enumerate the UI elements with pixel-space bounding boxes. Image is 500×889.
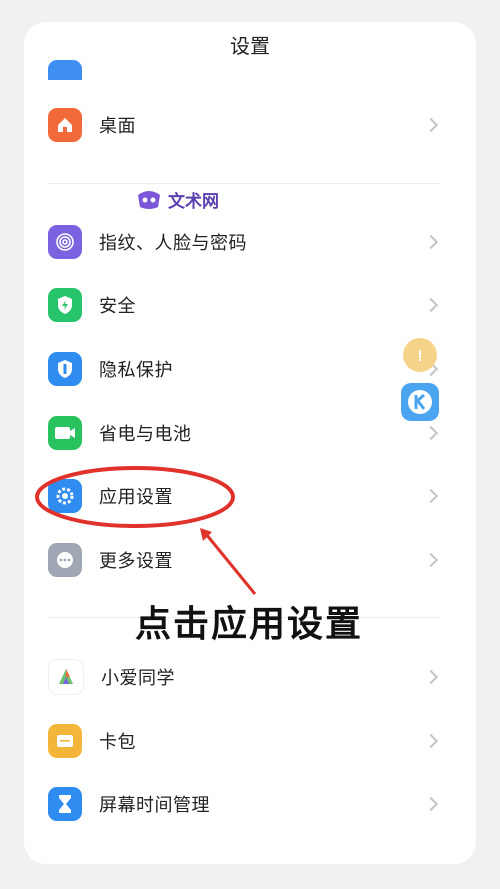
- annotation-overlay: [35, 466, 257, 595]
- highlight-ellipse: [35, 466, 235, 528]
- annotation-arrow-line: [204, 533, 257, 595]
- annotation-caption: 点击应用设置: [135, 604, 364, 645]
